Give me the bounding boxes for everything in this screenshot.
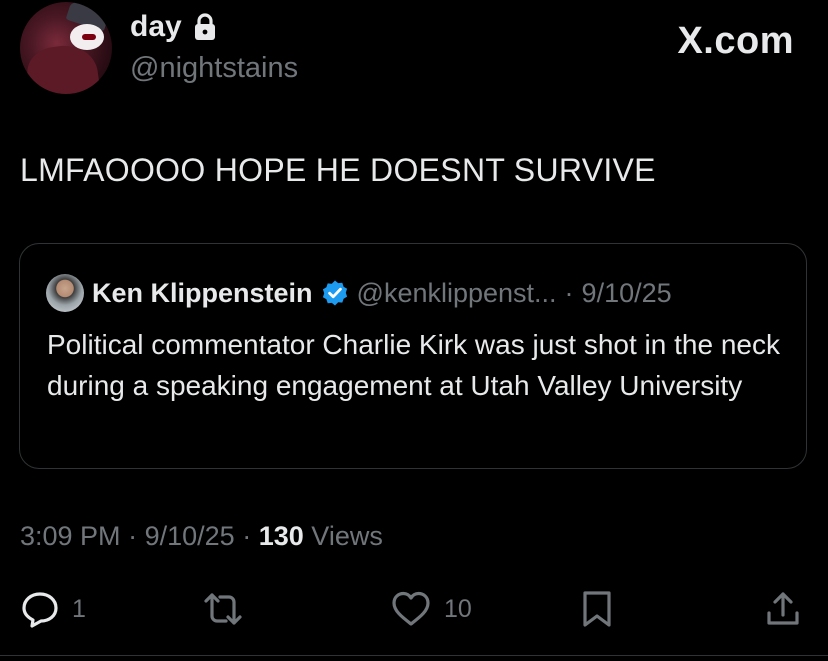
quoted-tweet-text: Political commentator Charlie Kirk was j… bbox=[47, 329, 780, 401]
quoted-tweet-card[interactable]: Ken Klippenstein @kenklippenst... · 9/10… bbox=[19, 243, 807, 469]
heart-icon bbox=[392, 591, 430, 626]
author-display-name[interactable]: day bbox=[130, 10, 182, 44]
like-count: 10 bbox=[444, 594, 472, 623]
meta-separator: · bbox=[242, 521, 252, 551]
tweet-meta: 3:09 PM · 9/10/25 · 130 Views bbox=[20, 521, 383, 552]
meta-separator: · bbox=[128, 521, 138, 551]
quoted-author-avatar[interactable] bbox=[46, 274, 84, 312]
bookmark-icon bbox=[583, 591, 611, 627]
verified-badge-icon bbox=[322, 280, 347, 306]
bookmark-button[interactable] bbox=[580, 589, 614, 629]
quoted-header-separator: · bbox=[564, 277, 574, 308]
share-icon bbox=[767, 592, 799, 625]
views-label[interactable]: Views bbox=[311, 521, 383, 551]
quoted-author-name[interactable]: Ken Klippenstein bbox=[92, 278, 313, 309]
retweet-button[interactable] bbox=[200, 589, 246, 629]
reply-icon bbox=[22, 592, 58, 628]
tweet-actions-bar: 1 10 bbox=[0, 585, 828, 635]
tweet-text: LMFAOOOO HOPE HE DOESNT SURVIVE bbox=[20, 152, 656, 188]
author-handle[interactable]: @nightstains bbox=[130, 52, 298, 85]
retweet-icon bbox=[204, 593, 242, 625]
share-button[interactable] bbox=[764, 589, 802, 629]
quoted-tweet-header: Ken Klippenstein @kenklippenst... · 9/10… bbox=[46, 274, 672, 312]
x-com-logo: X.com bbox=[677, 20, 794, 62]
author-name-row: day bbox=[130, 10, 218, 44]
like-button[interactable]: 10 bbox=[390, 589, 472, 629]
tweet-time[interactable]: 3:09 PM bbox=[20, 521, 121, 551]
reply-button[interactable]: 1 bbox=[20, 589, 86, 629]
quoted-author-handle[interactable]: @kenklippenst... bbox=[357, 278, 557, 309]
author-avatar[interactable] bbox=[20, 2, 112, 94]
tweet-date[interactable]: 9/10/25 bbox=[145, 521, 235, 551]
divider bbox=[0, 655, 828, 656]
reply-count: 1 bbox=[72, 594, 86, 623]
quoted-tweet-date[interactable]: 9/10/25 bbox=[582, 278, 672, 309]
views-count[interactable]: 130 bbox=[259, 521, 304, 551]
avatar-figure-mouth bbox=[82, 34, 96, 40]
lock-icon bbox=[194, 13, 215, 40]
